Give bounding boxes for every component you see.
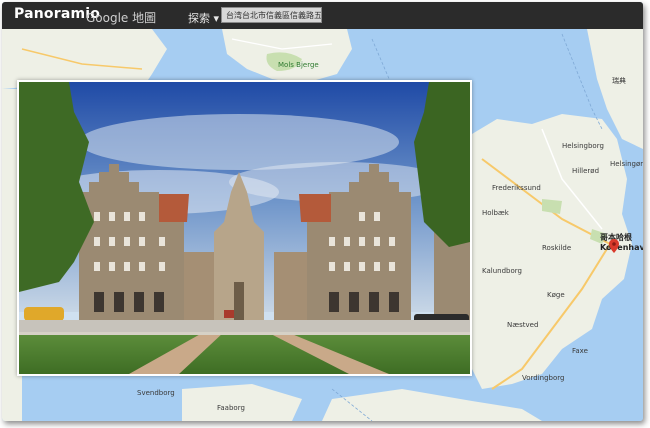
map-label-helsingborg: Helsingborg bbox=[562, 142, 604, 150]
map-label-holbaek: Holbæk bbox=[482, 209, 509, 217]
map-label-faxe: Faxe bbox=[572, 347, 588, 355]
map-pin-icon[interactable] bbox=[609, 239, 619, 253]
search-input[interactable]: 台湾台北市信義區信義路五段台北 bbox=[221, 7, 322, 23]
map-label-koge: Køge bbox=[547, 291, 565, 299]
church-photo-image bbox=[19, 82, 470, 374]
map-label-sweden: 瑞典 bbox=[612, 77, 626, 85]
map-label-park: Mols Bjerge bbox=[278, 61, 319, 69]
map-label-roskilde: Roskilde bbox=[542, 244, 572, 252]
panorama-photo[interactable] bbox=[17, 80, 472, 376]
google-maps-label: Google 地圖 bbox=[86, 11, 157, 25]
map-label-frederikssund: Frederikssund bbox=[492, 184, 541, 192]
map-label-kalundborg: Kalundborg bbox=[482, 267, 522, 275]
map-label-naestved: Næstved bbox=[507, 321, 539, 329]
map-label-hillerod: Hillerød bbox=[572, 167, 600, 175]
map-label-capital: København bbox=[600, 243, 643, 252]
map-label-vordingborg: Vordingborg bbox=[522, 374, 565, 382]
map-label-svendborg: Svendborg bbox=[137, 389, 175, 397]
browser-frame: Panoramio Google 地圖 探索 ▾ 台湾台北市信義區信義路五段台北 bbox=[2, 2, 643, 421]
map-label-faaborg: Faaborg bbox=[217, 404, 245, 412]
top-bar: Panoramio Google 地圖 探索 ▾ 台湾台北市信義區信義路五段台北 bbox=[2, 2, 643, 29]
map-label-helsingor: Helsingør bbox=[610, 160, 643, 168]
explore-menu[interactable]: 探索 ▾ bbox=[188, 10, 219, 26]
